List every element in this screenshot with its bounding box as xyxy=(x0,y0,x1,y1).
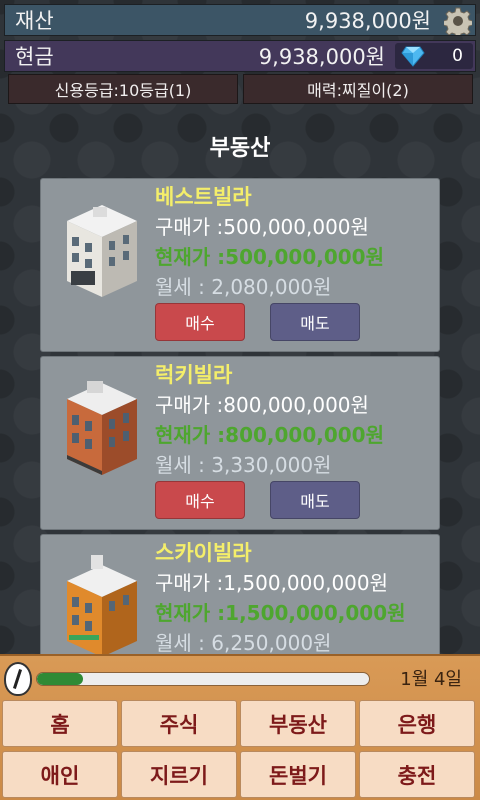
building-icon xyxy=(67,555,137,657)
assets-value: 9,938,000원 xyxy=(304,9,431,33)
building-icon xyxy=(67,205,137,297)
property-current-price: 현재가 :800,000,000원 xyxy=(155,423,385,447)
credit-rating: 신용등급:10등급(1) xyxy=(8,74,238,104)
property-card: 베스트빌라 구매가 :500,000,000원 현재가 :500,000,000… xyxy=(40,178,440,352)
sell-button[interactable]: 매도 xyxy=(270,481,360,519)
menu-button-earn[interactable]: 돈벌기 xyxy=(240,751,356,798)
day-progress-bar xyxy=(36,672,370,686)
menu-button-charge[interactable]: 충전 xyxy=(359,751,475,798)
menu-button-home[interactable]: 홈 xyxy=(2,700,118,747)
property-monthly-rent: 월세 : 3,330,000원 xyxy=(155,453,332,477)
property-monthly-rent: 월세 : 6,250,000원 xyxy=(155,631,332,655)
property-name: 베스트빌라 xyxy=(155,185,252,209)
menu-button-bank[interactable]: 은행 xyxy=(359,700,475,747)
menu-button-shopping[interactable]: 지르기 xyxy=(121,751,237,798)
property-buy-price: 구매가 :800,000,000원 xyxy=(155,393,369,417)
assets-bar: 재산 9,938,000원 xyxy=(4,4,476,36)
cash-bar: 현금 9,938,000원 0 xyxy=(4,40,476,72)
diamond-icon xyxy=(401,46,425,67)
cash-value: 9,938,000원 xyxy=(258,45,385,69)
gem-count: 0 xyxy=(452,46,463,66)
buy-button[interactable]: 매수 xyxy=(155,481,245,519)
sell-button[interactable]: 매도 xyxy=(270,303,360,341)
menu-button-stocks[interactable]: 주식 xyxy=(121,700,237,747)
gem-counter[interactable]: 0 xyxy=(395,43,473,69)
game-date: 1월 4일 xyxy=(400,669,462,690)
buy-button[interactable]: 매수 xyxy=(155,303,245,341)
menu-button-realestate[interactable]: 부동산 xyxy=(240,700,356,747)
charm-level: 매력:찌질이(2) xyxy=(243,74,473,104)
bottom-panel: 1월 4일 홈 주식 부동산 은행 애인 지르기 돈벌기 충전 xyxy=(0,654,480,800)
property-current-price: 현재가 :500,000,000원 xyxy=(155,245,385,269)
building-icon xyxy=(67,381,137,475)
gear-icon[interactable] xyxy=(443,6,473,36)
property-buy-price: 구매가 :1,500,000,000원 xyxy=(155,571,389,595)
property-buy-price: 구매가 :500,000,000원 xyxy=(155,215,369,239)
day-progress-fill xyxy=(37,673,84,685)
property-name: 럭키빌라 xyxy=(155,363,233,387)
cash-label: 현금 xyxy=(15,45,54,69)
property-current-price: 현재가 :1,500,000,000원 xyxy=(155,601,406,625)
menu-button-lover[interactable]: 애인 xyxy=(2,751,118,798)
property-card: 럭키빌라 구매가 :800,000,000원 현재가 :800,000,000원… xyxy=(40,356,440,530)
assets-label: 재산 xyxy=(15,9,54,33)
clock-icon xyxy=(4,662,32,696)
property-name: 스카이빌라 xyxy=(155,541,252,565)
property-monthly-rent: 월세 : 2,080,000원 xyxy=(155,275,332,299)
page-title: 부동산 xyxy=(209,136,271,161)
